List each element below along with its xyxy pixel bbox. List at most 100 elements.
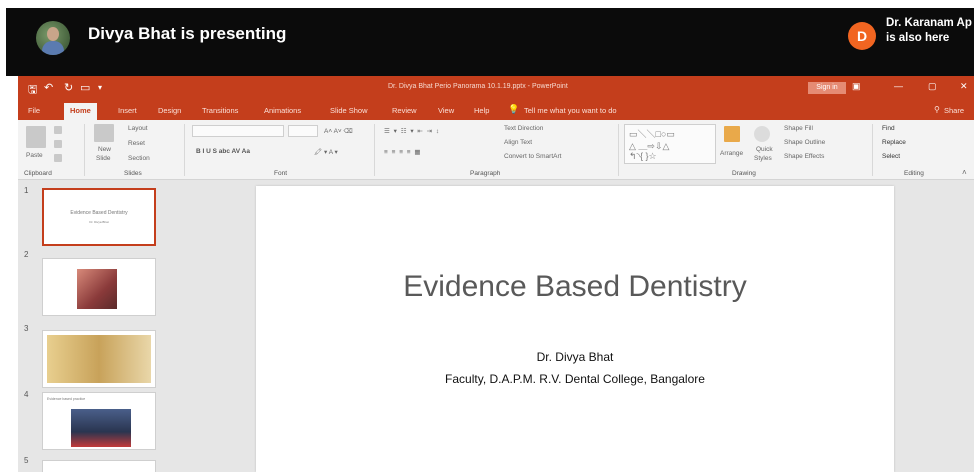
font-size-select[interactable] (288, 125, 318, 137)
sign-in-button[interactable]: Sign in (808, 82, 846, 94)
copy-icon[interactable] (54, 140, 62, 148)
font-format-buttons[interactable]: B I U S abc AV Aa (196, 148, 250, 155)
new-slide-label-1[interactable]: New (98, 146, 111, 153)
ppt-title-bar: 🖫 ↶ ↻ ▭ ▾ Dr. Divya Bhat Perio Panorama … (18, 76, 974, 100)
thumbnail-photo (77, 269, 117, 309)
quick-styles-label-1[interactable]: Quick (756, 146, 773, 153)
slide-author[interactable]: Dr. Divya Bhat (256, 350, 894, 364)
paste-icon[interactable] (26, 126, 46, 148)
slide-thumbnail-4[interactable]: Evidence based practice (42, 392, 156, 450)
tab-file[interactable]: File (28, 106, 40, 115)
tell-me-search[interactable]: Tell me what you want to do (524, 106, 617, 115)
ribbon-separator (84, 124, 85, 176)
find-button[interactable]: Find (882, 125, 895, 132)
thumbnail-number: 1 (24, 186, 29, 195)
slide-thumbnail-1[interactable]: Evidence Based Dentistry Dr. Divya Bhat (42, 188, 156, 246)
text-direction-button[interactable]: Text Direction (504, 125, 543, 132)
avatar-face (47, 27, 59, 41)
thumbnail-number: 2 (24, 250, 29, 259)
alignment-buttons[interactable]: ≡ ≡ ≡ ≡ ▦ (384, 148, 422, 156)
redo-icon[interactable]: ↻ (64, 81, 73, 94)
thumbnail-title: Evidence Based Dentistry (70, 210, 128, 216)
font-grow-shrink-icon[interactable]: A˄ A˅ ⌫ (324, 127, 353, 135)
shape-effects-button[interactable]: Shape Effects (784, 153, 824, 160)
slide-thumbnail-3[interactable] (42, 330, 156, 388)
slide-title[interactable]: Evidence Based Dentistry (256, 270, 894, 304)
group-label-slides: Slides (124, 170, 142, 177)
font-color-icon[interactable]: 🖍 ▾ A ▾ (314, 148, 338, 156)
share-button[interactable]: Share (944, 106, 964, 115)
attendee-name: Dr. Karanam Ap (886, 17, 972, 29)
quick-styles-icon[interactable] (754, 126, 770, 142)
group-label-drawing: Drawing (732, 170, 756, 177)
quick-styles-label-2[interactable]: Styles (754, 155, 772, 162)
arrange-icon[interactable] (724, 126, 740, 142)
new-slide-label-2[interactable]: Slide (96, 155, 110, 162)
tab-insert[interactable]: Insert (118, 106, 137, 115)
ribbon-separator (618, 124, 619, 176)
slide-thumbnail-2[interactable] (42, 258, 156, 316)
list-buttons[interactable]: ☰ ▾ ☷ ▾ ⇤ ⇥ ↕ (384, 127, 440, 135)
shape-outline-button[interactable]: Shape Outline (784, 139, 825, 146)
share-icon: ⚲ (934, 105, 940, 114)
ribbon-tabs: File Home Insert Design Transitions Anim… (18, 100, 974, 120)
customize-toolbar-icon[interactable]: ▾ (98, 83, 102, 92)
new-slide-icon[interactable] (94, 124, 114, 142)
shapes-row-3: ↰◝{ }☆ (629, 151, 657, 161)
group-label-font: Font (274, 170, 288, 177)
thumbnail-subtitle: Dr. Divya Bhat (89, 220, 109, 224)
attendee-avatar[interactable]: D (848, 22, 876, 50)
tab-review[interactable]: Review (392, 106, 417, 115)
cut-icon[interactable] (54, 126, 62, 134)
ribbon-separator (374, 124, 375, 176)
present-from-start-icon[interactable]: ▭ (80, 81, 90, 94)
slide-thumbnail-5[interactable] (42, 460, 156, 472)
arrange-button[interactable]: Arrange (720, 150, 743, 157)
slide-editing-area: Evidence Based Dentistry Dr. Divya Bhat … (184, 180, 974, 472)
close-icon[interactable]: ✕ (960, 81, 968, 92)
tab-transitions[interactable]: Transitions (202, 106, 238, 115)
document-title: Dr. Divya Bhat Perio Panorama 10.1.19.pp… (388, 83, 568, 90)
shapes-gallery[interactable]: ▭＼＼□○▭ △ ＿⇨⇩△ ↰◝{ }☆ (624, 124, 716, 164)
reset-button[interactable]: Reset (128, 140, 145, 147)
shape-fill-button[interactable]: Shape Fill (784, 125, 813, 132)
align-text-button[interactable]: Align Text (504, 139, 532, 146)
collapse-ribbon-icon[interactable]: ˄ (962, 168, 967, 177)
ribbon-separator (872, 124, 873, 176)
slide-affiliation[interactable]: Faculty, D.A.P.M. R.V. Dental College, B… (256, 372, 894, 386)
thumbnail-photo (71, 409, 131, 447)
font-name-select[interactable] (192, 125, 284, 137)
ribbon-display-icon[interactable]: ▣ (852, 81, 861, 92)
thumbnail-number: 4 (24, 390, 29, 399)
tab-help[interactable]: Help (474, 106, 489, 115)
presenter-avatar (36, 21, 70, 55)
presenter-bar: Divya Bhat is presenting D Dr. Karanam A… (6, 8, 974, 76)
tab-animations[interactable]: Animations (264, 106, 301, 115)
current-slide[interactable]: Evidence Based Dentistry Dr. Divya Bhat … (256, 186, 894, 472)
tab-view[interactable]: View (438, 106, 454, 115)
slide-thumbnail-pane: 1 Evidence Based Dentistry Dr. Divya Bha… (18, 180, 196, 472)
convert-smartart-button[interactable]: Convert to SmartArt (504, 153, 561, 160)
presenter-label: Divya Bhat is presenting (88, 24, 287, 43)
thumbnail-heading: Evidence based practice (47, 397, 86, 401)
layout-button[interactable]: Layout (128, 125, 148, 132)
save-icon[interactable]: 🖫 (28, 81, 37, 100)
minimize-icon[interactable]: — (894, 81, 903, 91)
lightbulb-icon: 💡 (508, 104, 520, 114)
thumbnail-number: 5 (24, 456, 29, 465)
thumbnail-number: 3 (24, 324, 29, 333)
tab-design[interactable]: Design (158, 106, 181, 115)
group-label-clipboard: Clipboard (24, 170, 52, 177)
group-label-paragraph: Paragraph (470, 170, 501, 177)
section-button[interactable]: Section (128, 155, 150, 162)
undo-icon[interactable]: ↶ (44, 81, 53, 94)
select-button[interactable]: Select (882, 153, 900, 160)
tab-slide-show[interactable]: Slide Show (330, 106, 368, 115)
format-painter-icon[interactable] (54, 154, 62, 162)
maximize-icon[interactable]: ▢ (928, 81, 937, 92)
group-label-editing: Editing (904, 170, 924, 177)
replace-button[interactable]: Replace (882, 139, 906, 146)
attendee-status: is also here (886, 32, 950, 44)
thumbnail-cartoon (47, 335, 151, 383)
tab-home[interactable]: Home (64, 103, 97, 120)
